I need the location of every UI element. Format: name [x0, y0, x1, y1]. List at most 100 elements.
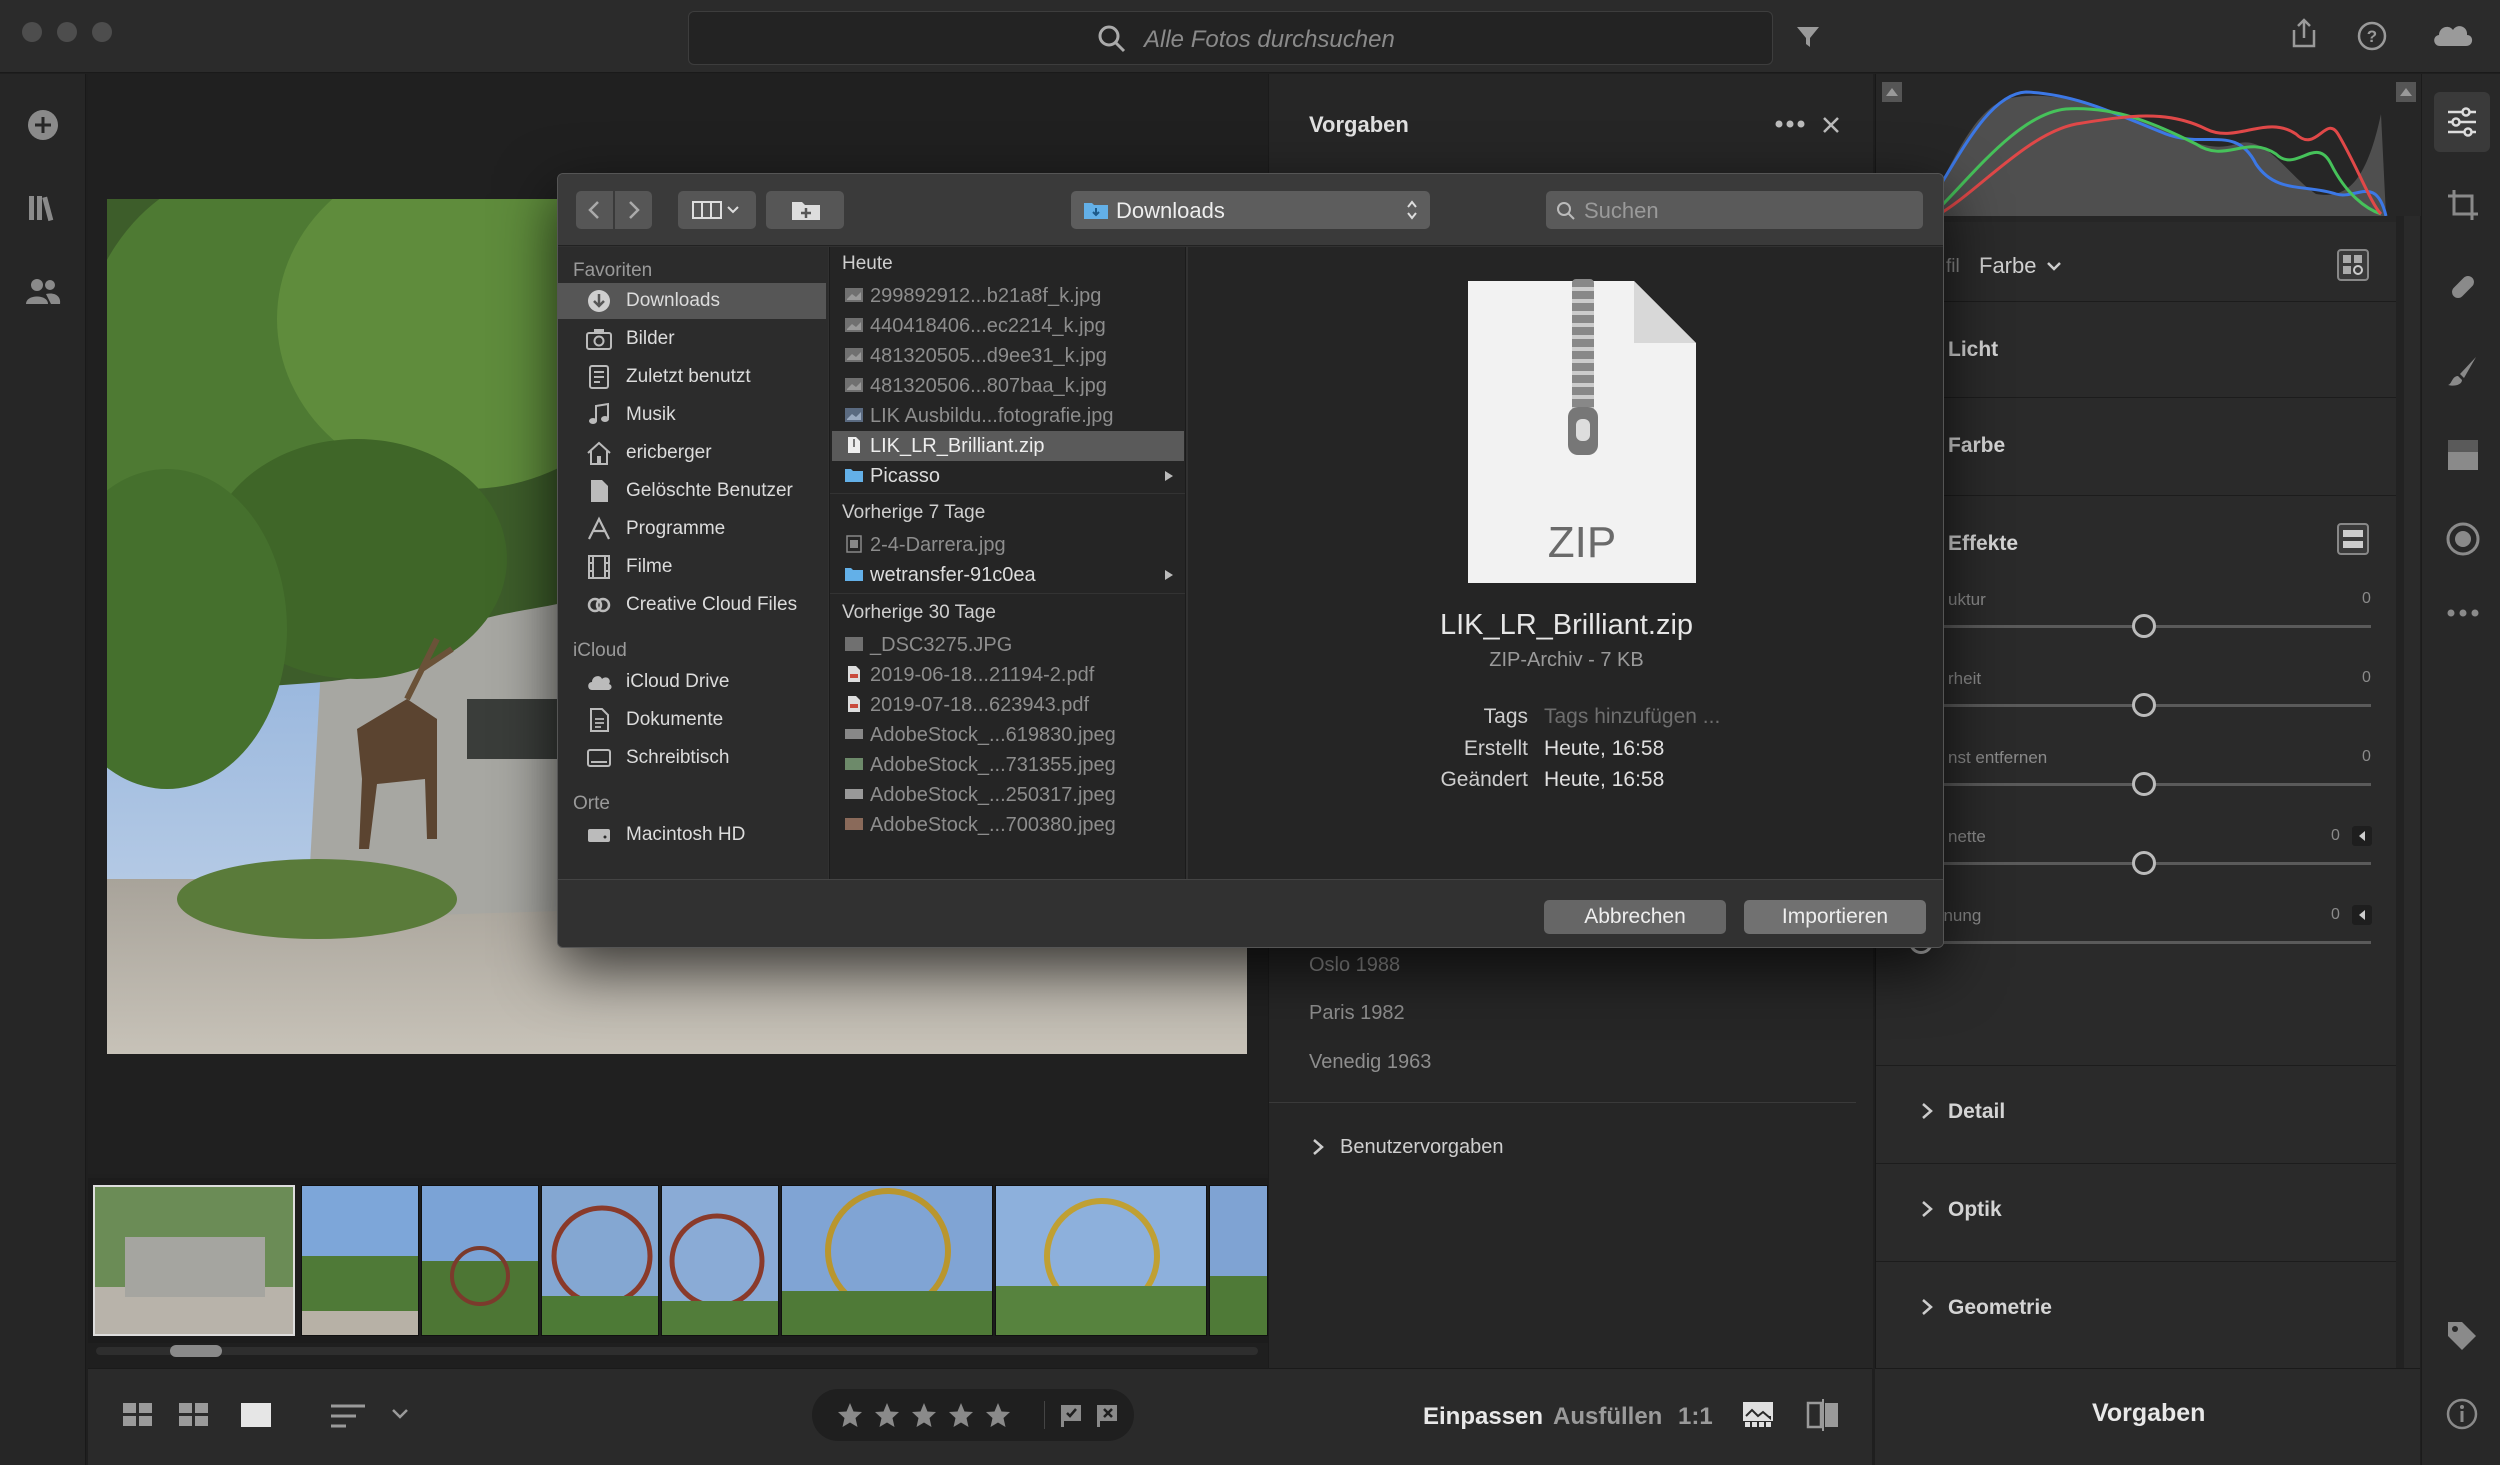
chevron-right-icon[interactable] [1920, 1200, 1934, 1218]
color-section[interactable]: Farbe [1876, 400, 2396, 496]
filmstrip-scrollbar[interactable] [88, 1343, 1268, 1359]
sidebar-item-creative-cloud[interactable]: Creative Cloud Files [558, 587, 826, 623]
sort-chevron-down-icon[interactable] [391, 1407, 409, 1421]
folder-item[interactable]: Picasso [832, 461, 1184, 491]
chevron-right-icon[interactable] [1311, 1138, 1325, 1156]
preset-item[interactable]: Venedig 1963 [1309, 1051, 1431, 1074]
file-item[interactable]: 440418406...ec2214_k.jpg [832, 311, 1184, 341]
fit-button[interactable]: Einpassen [1423, 1403, 1543, 1431]
one-to-one-button[interactable]: 1:1 [1678, 1403, 1713, 1431]
filmstrip-thumb[interactable] [661, 1185, 779, 1336]
detail-section[interactable]: Detail [1876, 1068, 2396, 1164]
cancel-button[interactable]: Abbrechen [1544, 900, 1726, 934]
window-zoom-button[interactable] [92, 22, 112, 42]
slider-knob[interactable] [2132, 693, 2156, 717]
fill-button[interactable]: Ausfüllen [1553, 1403, 1662, 1431]
tags-input[interactable]: Tags hinzufügen ... [1544, 705, 1720, 729]
preset-item[interactable]: Oslo 1988 [1309, 954, 1400, 977]
file-item[interactable]: _DSC3275.JPG [832, 630, 1184, 660]
flag-pick-icon[interactable] [1058, 1403, 1084, 1429]
sidebar-item-applications[interactable]: Programme [558, 511, 826, 547]
file-item[interactable]: AdobeStock_...250317.jpeg [832, 780, 1184, 810]
sidebar-item-music[interactable]: Musik [558, 397, 826, 433]
geometry-section[interactable]: Geometrie [1876, 1264, 2396, 1360]
window-minimize-button[interactable] [57, 22, 77, 42]
view-mode-button[interactable] [678, 191, 756, 229]
slider-value[interactable]: 0 [2362, 590, 2371, 608]
filmstrip-thumb-selected[interactable] [93, 1185, 295, 1336]
filter-icon[interactable] [1795, 24, 1821, 50]
file-item[interactable]: 481320505...d9ee31_k.jpg [832, 341, 1184, 371]
sidebar-item-macintosh-hd[interactable]: Macintosh HD [558, 817, 826, 853]
sidebar-item-downloads[interactable]: Downloads [558, 283, 826, 319]
section-title[interactable]: Effekte [1948, 532, 2018, 556]
window-close-button[interactable] [22, 22, 42, 42]
slider-knob[interactable] [2132, 772, 2156, 796]
crop-icon[interactable] [2446, 188, 2480, 222]
filmstrip-thumb[interactable] [995, 1185, 1207, 1336]
section-title[interactable]: Geometrie [1948, 1296, 2052, 1320]
file-item-selected[interactable]: LIK_LR_Brilliant.zip [832, 431, 1184, 461]
slider-value[interactable]: 0 [2331, 827, 2340, 845]
close-icon[interactable] [1822, 116, 1840, 134]
profile-dropdown[interactable]: Farbe [1979, 253, 2036, 279]
sidebar-item-desktop[interactable]: Schreibtisch [558, 740, 826, 776]
brush-icon[interactable] [2446, 354, 2480, 388]
slider-value[interactable]: 0 [2331, 906, 2340, 924]
flag-reject-icon[interactable] [1094, 1403, 1120, 1429]
sidebar-item-bilder[interactable]: Bilder [558, 321, 826, 357]
expand-arrow-icon[interactable] [2352, 905, 2372, 925]
dialog-search-field[interactable]: Suchen [1546, 191, 1923, 229]
file-item[interactable]: 2019-06-18...21194-2.pdf [832, 660, 1184, 690]
photo-grid-view-icon[interactable] [178, 1402, 210, 1428]
chevron-down-icon[interactable] [2046, 260, 2062, 272]
square-grid-view-icon[interactable] [122, 1402, 154, 1428]
presets-tab-button[interactable]: Vorgaben [2092, 1399, 2205, 1428]
section-title[interactable]: Optik [1948, 1198, 2002, 1222]
file-item[interactable]: AdobeStock_...619830.jpeg [832, 720, 1184, 750]
chevron-right-icon[interactable] [1920, 1298, 1934, 1316]
filmstrip-thumb[interactable] [1209, 1185, 1268, 1336]
slider-knob[interactable] [2132, 614, 2156, 638]
library-icon[interactable] [26, 192, 60, 224]
scrollbar-thumb[interactable] [170, 1345, 222, 1357]
new-folder-button[interactable] [766, 191, 844, 229]
file-item[interactable]: 299892912...b21a8f_k.jpg [832, 281, 1184, 311]
expand-arrow-icon[interactable] [2352, 826, 2372, 846]
filmstrip-thumb[interactable] [541, 1185, 659, 1336]
cloud-icon[interactable] [2430, 18, 2476, 50]
import-button[interactable]: Importieren [1744, 900, 1926, 934]
edit-scrollbar[interactable] [2396, 216, 2404, 1436]
sort-icon[interactable] [330, 1403, 366, 1429]
people-icon[interactable] [24, 276, 62, 306]
location-popup[interactable]: Downloads [1071, 191, 1430, 229]
file-item[interactable]: 481320506...807baa_k.jpg [832, 371, 1184, 401]
forward-button[interactable] [615, 191, 652, 229]
more-options-icon[interactable] [1775, 120, 1805, 128]
info-icon[interactable] [2446, 1398, 2478, 1430]
section-title[interactable]: Detail [1948, 1100, 2005, 1124]
section-title[interactable]: Licht [1948, 338, 1998, 362]
filmstrip-thumb[interactable] [421, 1185, 539, 1336]
share-icon[interactable] [2290, 18, 2318, 50]
sidebar-item-movies[interactable]: Filme [558, 549, 826, 585]
sidebar-item-home[interactable]: ericberger [558, 435, 826, 471]
more-tools-icon[interactable] [2446, 608, 2480, 618]
keywords-tag-icon[interactable] [2446, 1320, 2478, 1352]
slider-value[interactable]: 0 [2362, 748, 2371, 766]
filmstrip-thumb[interactable] [301, 1185, 419, 1336]
search-input[interactable]: Alle Fotos durchsuchen [688, 11, 1773, 65]
section-title[interactable]: Farbe [1948, 434, 2005, 458]
sidebar-item-documents[interactable]: Dokumente [558, 702, 826, 738]
add-photos-icon[interactable] [26, 108, 60, 142]
user-presets-group[interactable]: Benutzervorgaben [1340, 1136, 1503, 1159]
slider-value[interactable]: 0 [2362, 669, 2371, 687]
file-item[interactable]: AdobeStock_...731355.jpeg [832, 750, 1184, 780]
effects-mode-icon[interactable] [2336, 522, 2370, 556]
filmstrip-toggle-icon[interactable] [1742, 1401, 1774, 1429]
back-button[interactable] [576, 191, 613, 229]
profile-browser-icon[interactable] [2336, 248, 2370, 282]
chevron-right-icon[interactable] [1920, 1102, 1934, 1120]
star-rating[interactable] [836, 1401, 1032, 1429]
sidebar-item-deleted-users[interactable]: Gelöschte Benutzer [558, 473, 826, 509]
